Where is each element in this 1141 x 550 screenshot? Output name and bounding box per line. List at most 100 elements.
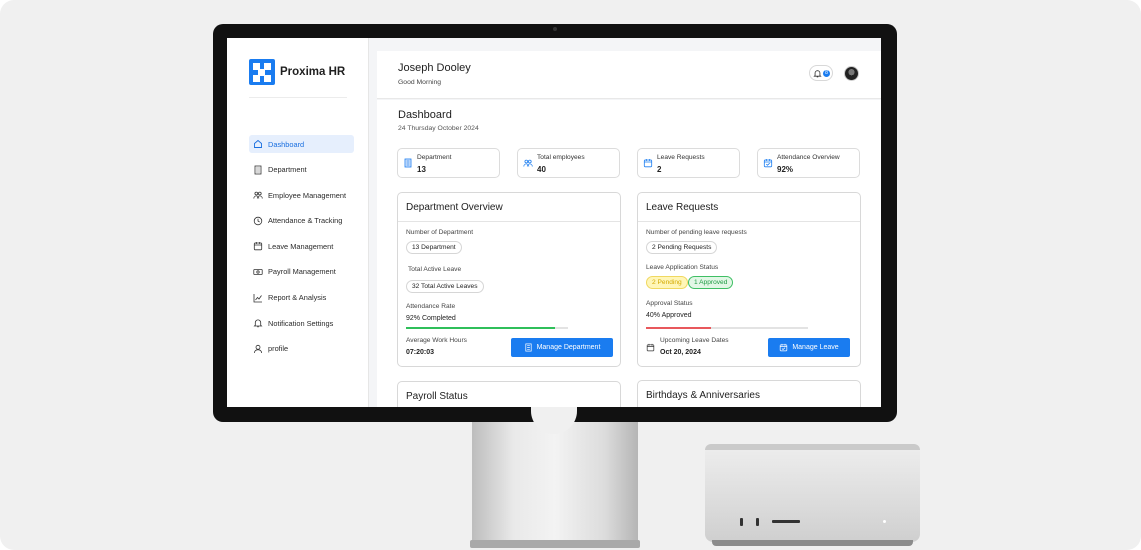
button-label: Manage Leave [792, 344, 839, 351]
card-title: Payroll Status [406, 391, 468, 402]
app-name: Proxima HR [280, 66, 346, 78]
pending-requests-label: Number of pending leave requests [646, 229, 747, 236]
sidebar-item-profile[interactable]: profile [249, 340, 354, 358]
bell-icon [813, 70, 822, 78]
sidebar: Proxima HR Dashboard Department Employee… [227, 38, 369, 407]
stat-label: Department [417, 154, 452, 161]
page-date: 24 Thursday October 2024 [398, 125, 479, 132]
sidebar-item-employee-management[interactable]: Employee Management [249, 186, 354, 204]
app-logo[interactable]: Proxima HR [249, 59, 345, 85]
sidebar-item-department[interactable]: Department [249, 161, 354, 179]
attendance-rate-value: 92% Completed [406, 315, 456, 322]
manage-leave-button[interactable]: Manage Leave [768, 338, 850, 357]
sidebar-nav: Dashboard Department Employee Management… [249, 135, 354, 365]
proxima-logo-icon [249, 59, 275, 85]
card-title: Birthdays & Anniversaries [646, 390, 760, 401]
usb-c-port [740, 518, 743, 526]
power-led [883, 520, 886, 523]
sidebar-item-label: Report & Analysis [268, 293, 327, 303]
stat-label: Total employees [537, 154, 585, 161]
sidebar-item-label: Attendance & Tracking [268, 216, 343, 226]
pending-requests-pill: 2 Pending Requests [646, 241, 718, 254]
approved-badge[interactable]: 1 Approved [688, 276, 734, 289]
stat-label: Leave Requests [657, 154, 705, 161]
approval-status-value: 40% Approved [646, 312, 692, 319]
work-hours-value: 07:20:03 [406, 349, 435, 356]
stat-value: 2 [657, 165, 662, 174]
calendar-icon [643, 159, 653, 168]
pending-badge[interactable]: 2 Pending [646, 276, 688, 289]
avatar[interactable] [844, 66, 859, 81]
card-divider [398, 221, 620, 222]
active-leave-pill: 32 Total Active Leaves [406, 280, 484, 293]
department-count-label: Number of Department [406, 229, 474, 236]
payroll-status-card: Payroll Status [397, 381, 621, 407]
stat-card-leave-requests[interactable]: Leave Requests 2 [637, 148, 740, 178]
user-icon [254, 344, 262, 353]
sidebar-divider [249, 97, 347, 98]
page-title: Dashboard [398, 109, 452, 121]
stat-value: 40 [537, 165, 546, 174]
calendar-icon [646, 343, 655, 352]
mac-studio-base [712, 540, 913, 546]
home-icon [254, 139, 262, 148]
sidebar-item-notification-settings[interactable]: Notification Settings [249, 314, 354, 332]
card-title: Department Overview [406, 202, 503, 213]
main-content: Dashboard 24 Thursday October 2024 Depar… [377, 100, 881, 407]
upcoming-leave-label: Upcoming Leave Dates [660, 337, 729, 344]
calendar-icon [253, 242, 263, 251]
app-screen: Proxima HR Dashboard Department Employee… [227, 38, 881, 407]
monitor-camera [553, 27, 557, 31]
sidebar-item-dashboard[interactable]: Dashboard [249, 135, 354, 153]
usb-c-port [756, 518, 759, 526]
calendar-check-icon [763, 159, 773, 168]
sidebar-item-label: Department [268, 165, 307, 175]
top-header: Joseph Dooley Good Morning 8 [377, 51, 881, 99]
attendance-rate-label: Attendance Rate [406, 303, 456, 310]
calendar-check-icon [780, 343, 788, 352]
banknote-icon [253, 269, 263, 275]
stat-card-attendance[interactable]: Attendance Overview 92% [757, 148, 860, 178]
sidebar-item-payroll[interactable]: Payroll Management [249, 263, 354, 281]
mac-studio [705, 444, 920, 542]
card-title: Leave Requests [646, 202, 719, 213]
notification-badge: 8 [823, 70, 830, 77]
chart-icon [253, 293, 262, 302]
card-divider [638, 221, 860, 222]
sidebar-item-label: Dashboard [268, 139, 305, 149]
sd-card-slot [772, 520, 800, 523]
department-count-pill: 13 Department [406, 241, 462, 254]
sidebar-item-attendance[interactable]: Attendance & Tracking [249, 212, 354, 230]
greeting: Good Morning [398, 79, 442, 86]
building-icon [525, 343, 532, 352]
approval-progress-bar [646, 327, 808, 329]
stat-card-department[interactable]: Department 13 [397, 148, 500, 178]
stat-value: 92% [777, 165, 794, 174]
stat-card-employees[interactable]: Total employees 40 [517, 148, 620, 178]
monitor-stand [472, 421, 638, 547]
clock-icon [253, 216, 263, 225]
leave-requests-card: Leave Requests Number of pending leave r… [637, 192, 861, 367]
building-icon [254, 165, 262, 174]
upcoming-leave-value: Oct 20, 2024 [660, 349, 701, 356]
user-name: Joseph Dooley [398, 62, 471, 74]
users-icon [523, 159, 533, 167]
mac-studio-top [705, 444, 920, 450]
attendance-progress-bar [406, 327, 568, 329]
sidebar-item-label: Leave Management [268, 241, 334, 251]
manage-department-button[interactable]: Manage Department [511, 338, 613, 357]
notifications-button[interactable]: 8 [809, 65, 833, 81]
stat-value: 13 [417, 165, 426, 174]
sidebar-item-leave-management[interactable]: Leave Management [249, 237, 354, 255]
stat-label: Attendance Overview [777, 154, 840, 161]
sidebar-item-label: Notification Settings [268, 318, 334, 328]
active-leave-label: Total Active Leave [408, 266, 462, 273]
sidebar-item-label: Employee Management [268, 190, 347, 200]
department-overview-card: Department Overview Number of Department… [397, 192, 621, 367]
approval-progress-fill [646, 327, 711, 329]
sidebar-item-reports[interactable]: Report & Analysis [249, 289, 354, 307]
sidebar-item-label: profile [268, 344, 289, 354]
button-label: Manage Department [536, 344, 601, 351]
application-status-label: Leave Application Status [646, 264, 719, 271]
monitor-stand-foot [470, 540, 640, 548]
